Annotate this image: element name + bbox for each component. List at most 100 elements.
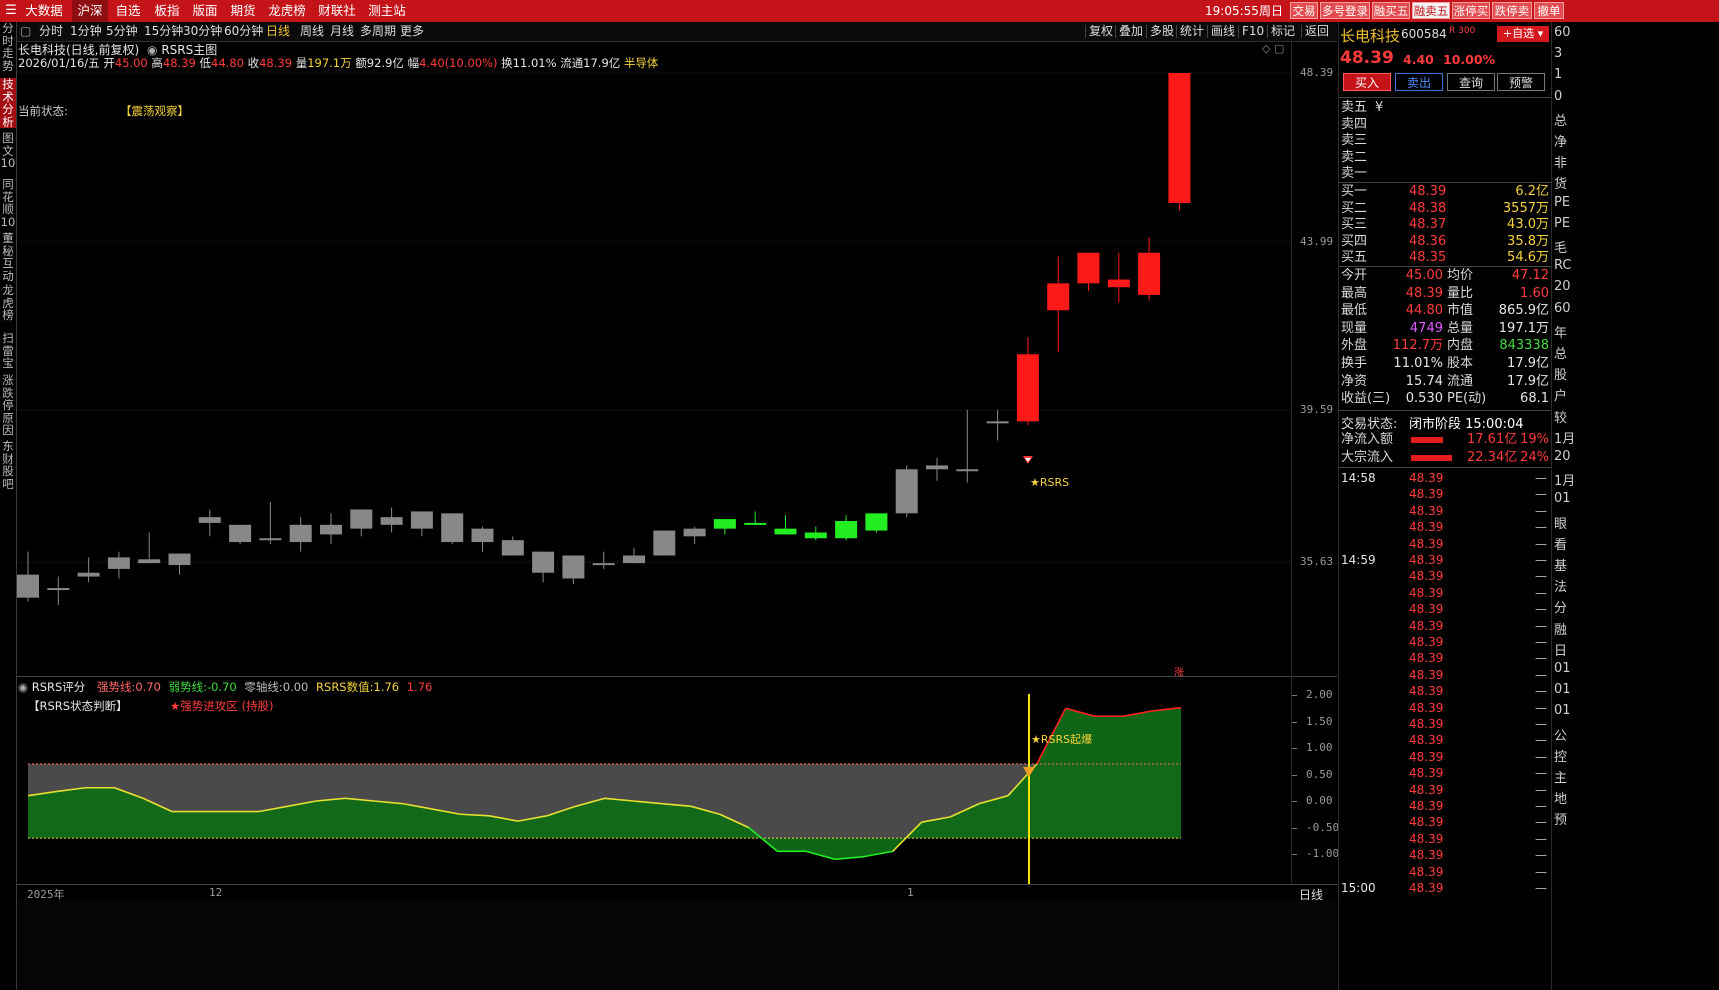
leftnav-item-5[interactable]: 龙虎榜: [0, 284, 16, 328]
side-info-panel: 60 3 1 0 总净非货 PE PE 毛 RC 20 60 年总股户较 1月 20 1月 01 眼看基法分融日…: [1551, 22, 1719, 990]
tick-row: 48.39 —: [1339, 667, 1551, 683]
chart-title-row: 长电科技(日线,前复权) ◉ RSRS主图: [18, 41, 217, 57]
ask-level-label: 卖一: [1341, 166, 1368, 181]
stat-value: 1.60: [1520, 285, 1549, 301]
period-tab-8[interactable]: 月线: [330, 22, 354, 41]
candle-body: [350, 509, 373, 529]
leftnav-item-0[interactable]: 分时走势: [0, 22, 16, 74]
stat-value: 45.00: [1405, 268, 1443, 283]
stat-row: 现量 4749 总量 197.1万: [1339, 321, 1551, 337]
tool-button-0[interactable]: 复权: [1089, 22, 1113, 41]
toolbar-separator: [1301, 25, 1302, 38]
top-tab-0[interactable]: 大数据: [22, 0, 66, 22]
leftnav-item-7[interactable]: 涨跌停原因: [0, 374, 16, 437]
quick-trade-button-4[interactable]: 涨停买: [1452, 2, 1490, 19]
period-tab-5[interactable]: 60分钟: [224, 22, 263, 41]
candle-body: [501, 540, 524, 556]
leftnav-item-2[interactable]: 图文10: [0, 132, 16, 174]
stock-code: 600584: [1401, 27, 1447, 41]
ohlc-open: 45.00: [114, 56, 148, 70]
side-info-item: 1: [1554, 67, 1563, 83]
app-menu-icon[interactable]: ☰: [2, 0, 20, 22]
period-tab-4[interactable]: 30分钟: [183, 22, 222, 41]
top-tab-1[interactable]: 沪深: [72, 0, 108, 22]
quick-trade-button-6[interactable]: 撤单: [1534, 2, 1564, 19]
action-button-3[interactable]: 预警: [1497, 73, 1545, 91]
fund-flow-row[interactable]: 大宗流入 22.34亿 24%: [1339, 450, 1551, 466]
tick-price: 48.39: [1409, 667, 1444, 682]
top-tab-2[interactable]: 自选: [112, 0, 144, 22]
tool-button-7[interactable]: 返回: [1305, 22, 1329, 41]
candle-body: [138, 559, 161, 564]
tool-button-6[interactable]: 标记: [1271, 22, 1295, 41]
side-info-item: 1月: [1554, 474, 1576, 490]
chart-option-icons[interactable]: ◇ ▢: [1262, 42, 1284, 55]
tick-row: 48.39 —: [1339, 700, 1551, 716]
leftnav-item-3[interactable]: 同花顺10: [0, 178, 16, 230]
quick-trade-button-3[interactable]: 融卖五: [1412, 2, 1450, 19]
sub-axis-tick: [1292, 721, 1297, 723]
bid-row[interactable]: 买五 48.35 54.6万: [1339, 250, 1551, 266]
bid-row[interactable]: 买二 48.38 3557万: [1339, 201, 1551, 217]
top-tab-7[interactable]: 财联社: [314, 0, 360, 22]
side-info-item: 总: [1554, 347, 1568, 362]
action-button-0[interactable]: 买入: [1343, 73, 1391, 91]
top-tab-4[interactable]: 版面: [188, 0, 222, 22]
stat-row: 换手 11.01% 股本 17.9亿: [1339, 356, 1551, 372]
candle-body: [320, 524, 342, 535]
period-tab-9[interactable]: 多周期: [360, 22, 396, 41]
period-tab-6[interactable]: 日线: [266, 22, 290, 41]
leftnav-item-6[interactable]: 扫雷宝: [0, 332, 16, 370]
action-button-1[interactable]: 卖出: [1395, 73, 1443, 91]
top-tab-6[interactable]: 龙虎榜: [264, 0, 310, 22]
ohlc-low: 44.80: [211, 56, 244, 70]
toolbar-separator: [1267, 25, 1268, 38]
top-tab-8[interactable]: 测主站: [364, 0, 410, 22]
stat-value: 48.39: [1405, 285, 1443, 301]
layout-toggle-icon[interactable]: ▢: [20, 22, 31, 41]
sub-axis-tick: [1292, 801, 1297, 802]
ohlc-close: 48.39: [259, 56, 293, 70]
candle: [350, 509, 373, 537]
action-button-2[interactable]: 查询: [1447, 73, 1495, 91]
top-tab-5[interactable]: 期货: [226, 0, 260, 22]
bid-row[interactable]: 买四 48.36 35.8万: [1339, 234, 1551, 250]
period-tab-7[interactable]: 周线: [300, 22, 324, 41]
top-tab-3[interactable]: 板指: [149, 0, 185, 22]
sector-tag[interactable]: 半导体: [624, 56, 659, 70]
quick-trade-button-0[interactable]: 交易: [1290, 2, 1318, 19]
leftnav-item-4[interactable]: 董秘互动: [0, 232, 16, 282]
candle: [986, 409, 1009, 441]
candlestick-chart: [17, 72, 1291, 606]
period-tab-10[interactable]: 更多: [400, 22, 424, 41]
sub-axis-tick: [1292, 827, 1297, 829]
tick-row: 48.39 —: [1339, 814, 1551, 830]
bid-row[interactable]: 买一 48.39 6.2亿: [1339, 184, 1551, 200]
quick-trade-button-1[interactable]: 多号登录: [1320, 2, 1370, 19]
side-info-item: 主: [1554, 771, 1568, 786]
candle: [1016, 337, 1039, 426]
tool-button-2[interactable]: 多股: [1150, 22, 1174, 41]
period-tab-2[interactable]: 5分钟: [106, 22, 138, 41]
leftnav-item-1[interactable]: 技术分析: [0, 78, 16, 128]
quick-trade-button-2[interactable]: 融买五: [1372, 2, 1410, 19]
sub-axis-label: 1.50: [1306, 714, 1333, 728]
stat-label: PE(动): [1447, 391, 1487, 406]
candle: [804, 526, 827, 541]
stat-value: 17.9亿: [1507, 356, 1549, 371]
tick-row: 48.39 —: [1339, 864, 1551, 880]
period-tab-0[interactable]: 分时: [39, 22, 63, 41]
add-watchlist-button[interactable]: +自选 ▾: [1497, 26, 1549, 42]
fund-flow-row[interactable]: 净流入额 17.61亿 19%: [1339, 432, 1551, 448]
bid-row[interactable]: 买三 48.37 43.0万: [1339, 217, 1551, 233]
period-tab-1[interactable]: 1分钟: [70, 22, 102, 41]
tool-button-5[interactable]: F10: [1242, 22, 1264, 41]
leftnav-item-8[interactable]: 东财股吧: [0, 440, 16, 492]
tick-direction-icon: —: [1535, 487, 1547, 502]
tool-button-1[interactable]: 叠加: [1119, 22, 1143, 41]
tick-direction-icon: —: [1535, 700, 1547, 715]
period-tab-3[interactable]: 15分钟: [144, 22, 183, 41]
tool-button-4[interactable]: 画线: [1211, 22, 1235, 41]
tool-button-3[interactable]: 统计: [1180, 22, 1204, 41]
quick-trade-button-5[interactable]: 跌停卖: [1492, 2, 1532, 19]
